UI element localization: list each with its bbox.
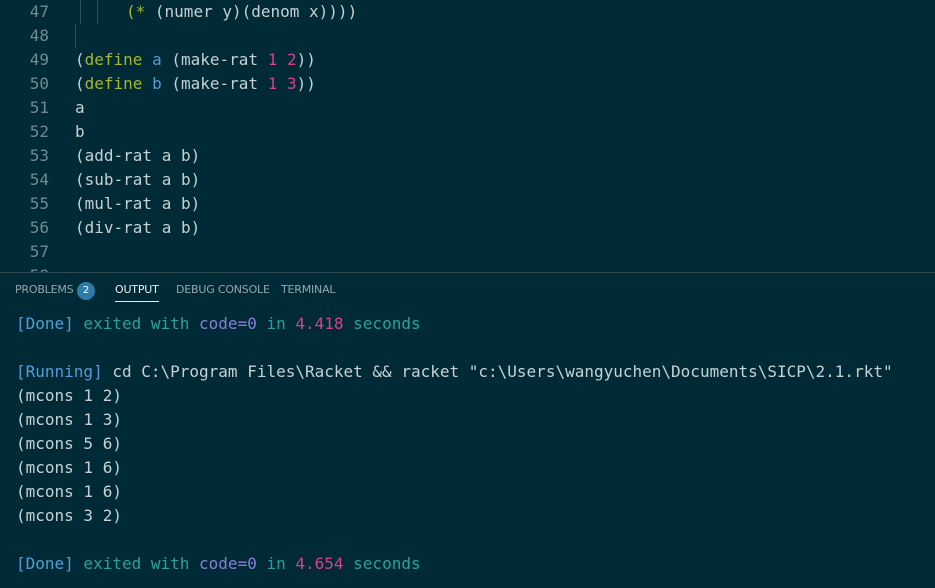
code-token: ( [75,50,85,69]
code-token: 2 [286,50,297,69]
code-text: (mul-rat a b) [75,192,200,216]
line-number: 56 [29,218,49,237]
code-token: 3 [286,74,297,93]
output-line: (mcons 1 2) [16,384,122,408]
output-token: seconds [343,314,421,333]
output-token: (mcons 5 6) [16,434,122,453]
output-panel[interactable]: [Done] exited with code=0 in 4.418 secon… [0,307,935,588]
code-token: (div-rat a b) [75,218,201,237]
panel-tab-bar: PROBLEMS 2 OUTPUT DEBUG CONSOLE TERMINAL [0,273,935,307]
output-token: (mcons 3 2) [16,506,122,525]
tab-output[interactable]: OUTPUT [115,273,159,307]
code-token: )) [296,50,316,69]
indent-guide [75,24,76,48]
output-token: [Done] [16,314,74,333]
code-editor[interactable]: 47 (* (numer y)(denom x)))) 48 49 (define a … [0,0,935,272]
code-token: b [75,122,85,141]
code-token: )) [296,74,316,93]
output-token: 4.654 [295,554,344,573]
code-token: b [152,74,162,93]
code-text: a [75,96,85,120]
tab-debug-console[interactable]: DEBUG CONSOLE [176,273,270,307]
indent-guide [80,0,81,24]
code-line[interactable]: 48 [0,24,935,48]
code-line[interactable]: 50 (define b (make-rat 1 3)) [0,72,935,96]
output-line: [Done] exited with code=0 in 4.418 secon… [16,312,421,336]
output-token: in [256,314,296,333]
code-line[interactable]: 55 (mul-rat a b) [0,192,935,216]
code-line[interactable]: 49 (define a (make-rat 1 2)) [0,48,935,72]
code-text: (define b (make-rat 1 3)) [75,72,316,96]
output-token: in [256,554,296,573]
code-text: (sub-rat a b) [75,168,200,192]
code-token: (add-rat a b) [75,146,201,165]
line-number: 54 [29,170,49,189]
output-line: (mcons 1 6) [16,480,122,504]
code-token: a [152,50,162,69]
output-token: [Running] [16,362,103,381]
output-line: (mcons 1 6) [16,456,122,480]
code-token: (make-rat [161,50,268,69]
code-token: (numer y)(denom x)))) [154,2,358,21]
code-line[interactable]: 47 (* (numer y)(denom x)))) [0,0,935,24]
output-token: (mcons 1 2) [16,386,122,405]
tab-problems[interactable]: PROBLEMS [15,273,74,307]
tab-terminal[interactable]: TERMINAL [281,273,336,307]
code-token: 1 [267,50,278,69]
line-number: 55 [29,194,49,213]
output-token: code=0 [199,314,257,333]
code-token: define [84,50,143,69]
line-number: 47 [29,2,49,21]
code-line[interactable]: 54 (sub-rat a b) [0,168,935,192]
output-token: code=0 [199,554,257,573]
code-token: define [84,74,143,93]
output-token: exited with [73,314,200,333]
code-text: (* (numer y)(denom x)))) [126,0,357,24]
indent-guide [97,0,98,24]
output-token: [Done] [16,554,74,573]
code-token: a [75,98,85,117]
output-token: cd C:\Program Files\Racket && racket "c:… [102,362,893,381]
line-number: 52 [29,122,49,141]
output-token: (mcons 1 6) [16,482,122,501]
code-line[interactable]: 58 [0,264,935,272]
output-line: (mcons 5 6) [16,432,122,456]
output-token: exited with [73,554,200,573]
code-token: (mul-rat a b) [75,194,201,213]
problems-count-badge: 2 [77,282,95,300]
code-token: 1 [267,74,278,93]
line-number: 57 [29,242,49,261]
line-number: 48 [29,26,49,45]
output-token: 4.418 [295,314,344,333]
code-text: (div-rat a b) [75,216,200,240]
code-line[interactable]: 56 (div-rat a b) [0,216,935,240]
code-line[interactable]: 53 (add-rat a b) [0,144,935,168]
output-token: (mcons 1 6) [16,458,122,477]
code-line[interactable]: 52 b [0,120,935,144]
output-token: (mcons 1 3) [16,410,122,429]
code-token: ( [75,74,85,93]
line-number: 51 [29,98,49,117]
line-number: 53 [29,146,49,165]
line-number: 49 [29,50,49,69]
code-text: (define a (make-rat 1 2)) [75,48,316,72]
output-line: [Done] exited with code=0 in 4.654 secon… [16,552,421,576]
code-line[interactable]: 57 [0,240,935,264]
code-text: b [75,120,85,144]
code-token: (make-rat [161,74,268,93]
output-line: (mcons 1 3) [16,408,122,432]
code-token: (sub-rat a b) [75,170,201,189]
code-text: (add-rat a b) [75,144,200,168]
line-number: 58 [0,264,49,272]
line-number: 50 [29,74,49,93]
output-line: (mcons 3 2) [16,504,122,528]
code-line[interactable]: 51 a [0,96,935,120]
output-line: [Running] cd C:\Program Files\Racket && … [16,360,893,384]
code-token: (* [126,2,155,21]
output-token: seconds [343,554,421,573]
